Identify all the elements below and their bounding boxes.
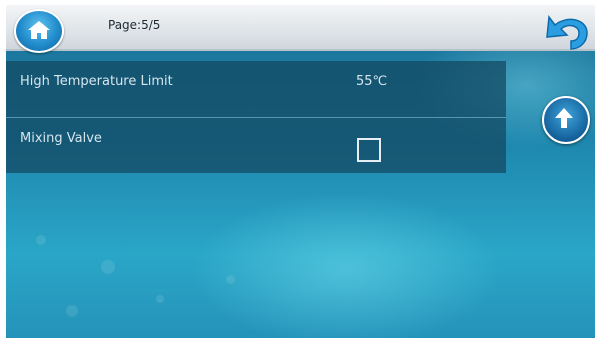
background-bubble: [156, 295, 164, 303]
setting-row-high-temperature-limit[interactable]: High Temperature Limit 55℃: [6, 61, 506, 117]
page-indicator: Page:5/5: [108, 18, 161, 32]
mixing-valve-checkbox[interactable]: [357, 138, 381, 162]
background-bubble: [66, 305, 78, 317]
scroll-up-button[interactable]: [542, 96, 590, 144]
home-icon: [28, 21, 50, 39]
back-arrow-icon: [546, 15, 588, 50]
home-button[interactable]: [14, 9, 64, 53]
background-bubble: [226, 275, 235, 284]
top-bar: Page:5/5: [6, 5, 595, 53]
background-bubble: [101, 260, 115, 274]
back-button[interactable]: [541, 11, 593, 55]
screen: Page:5/5 High Temperature Limit 55℃ Mixi…: [6, 5, 595, 338]
arrow-up-icon: [555, 108, 573, 128]
settings-panel: High Temperature Limit 55℃ Mixing Valve: [6, 61, 506, 173]
setting-label: High Temperature Limit: [20, 74, 173, 89]
setting-label: Mixing Valve: [20, 131, 102, 146]
background-bubble: [36, 235, 46, 245]
setting-row-mixing-valve: Mixing Valve: [6, 117, 506, 174]
setting-value[interactable]: 55℃: [356, 74, 387, 89]
